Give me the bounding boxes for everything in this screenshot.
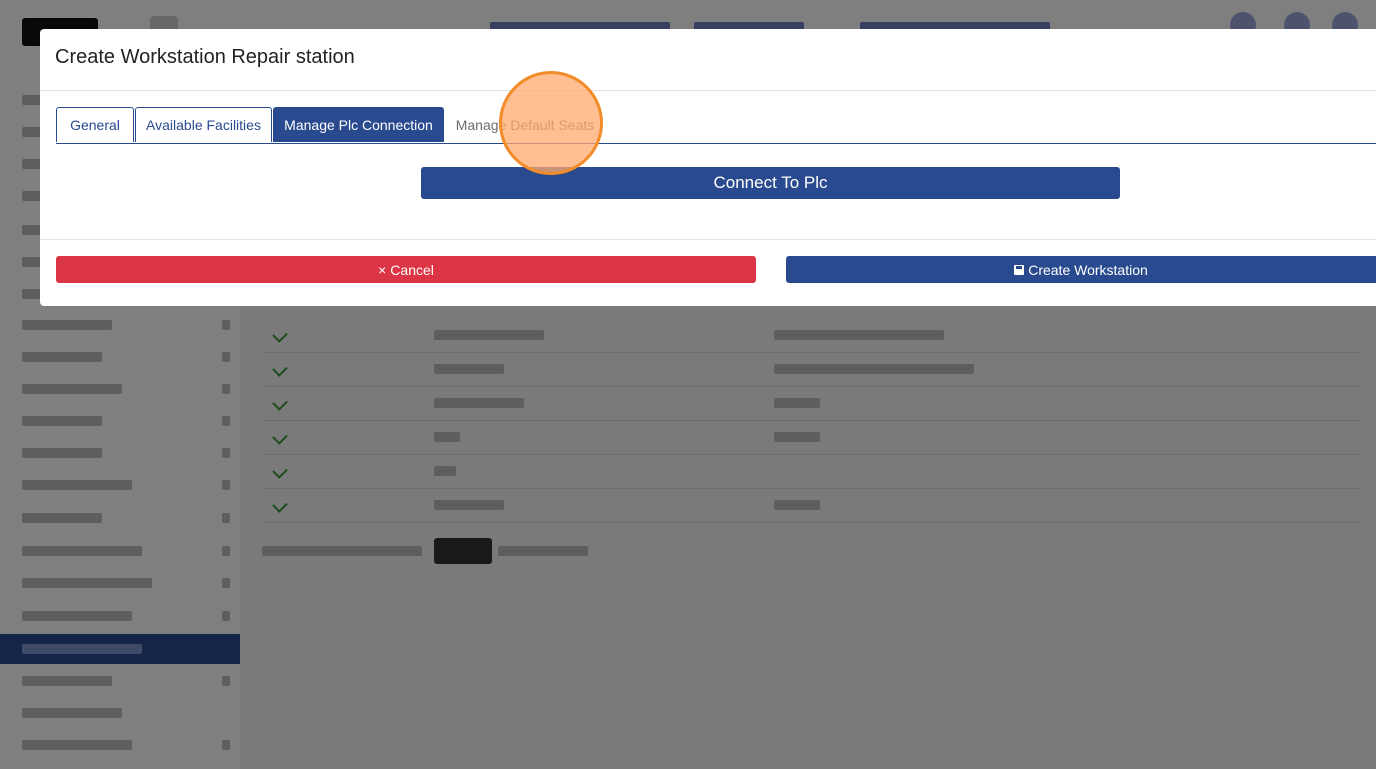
cancel-button[interactable]: × Cancel (56, 256, 756, 283)
modal-title: Create Workstation Repair station (55, 46, 355, 68)
tab-manage-default-seats[interactable]: Manage Default Seats (445, 107, 605, 142)
save-icon (1014, 264, 1025, 275)
create-workstation-button[interactable]: Create Workstation (786, 256, 1376, 283)
tab-manage-plc-connection[interactable]: Manage Plc Connection (273, 107, 444, 142)
modal-tabs: General Available Facilities Manage Plc … (56, 107, 1376, 144)
cancel-button-label: Cancel (390, 261, 434, 278)
create-workstation-modal: Create Workstation Repair station Genera… (40, 29, 1376, 306)
connect-to-plc-button[interactable]: Connect To Plc (421, 167, 1120, 199)
create-button-content: Create Workstation (1014, 262, 1148, 278)
modal-header: Create Workstation Repair station (40, 29, 1376, 91)
create-button-label: Create Workstation (1028, 261, 1148, 278)
close-icon: × (378, 261, 387, 278)
modal-footer-divider (40, 239, 1376, 240)
cancel-button-content: × Cancel (378, 262, 434, 278)
tab-general[interactable]: General (56, 107, 134, 142)
tab-available-facilities[interactable]: Available Facilities (135, 107, 272, 142)
